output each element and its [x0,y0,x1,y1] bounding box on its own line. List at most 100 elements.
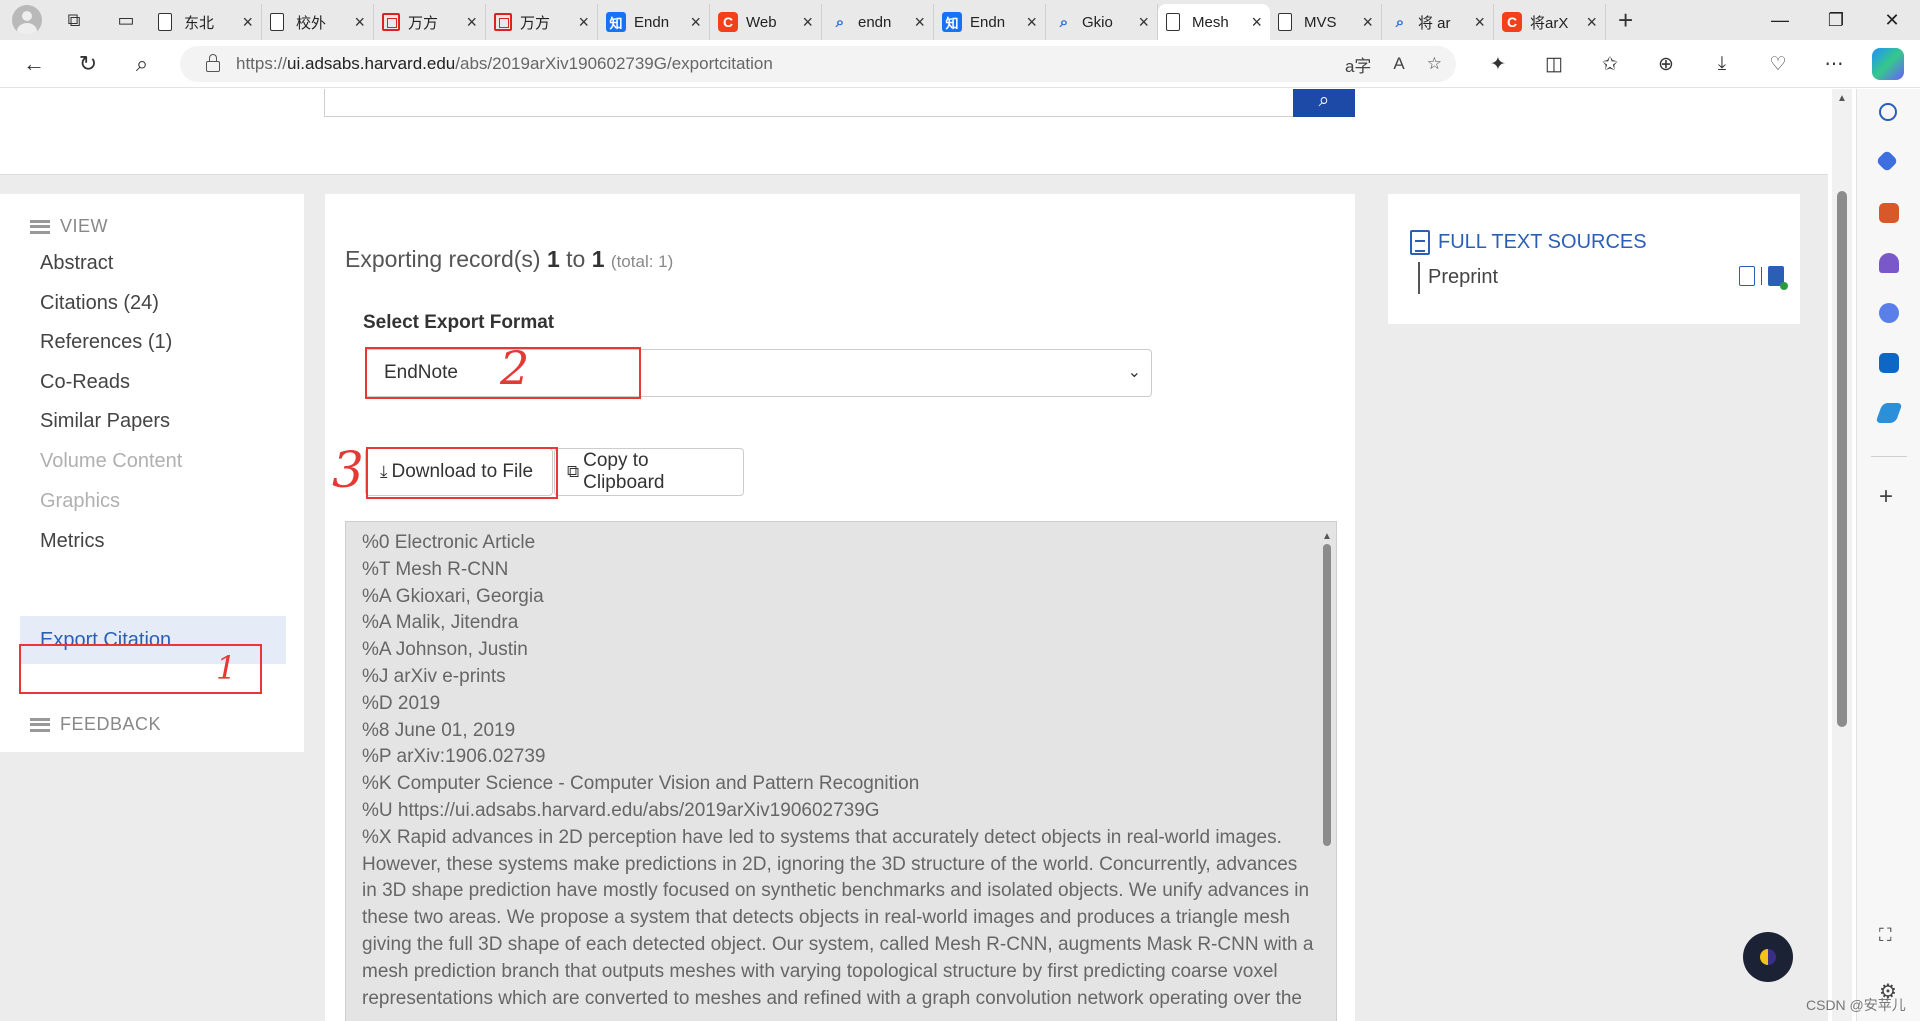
split-screen-icon[interactable]: ◫ [1526,53,1582,76]
sidebar-item-references[interactable]: References (1) [40,331,172,354]
close-tab-icon[interactable]: × [242,12,253,33]
scroll-up-icon[interactable]: ▲ [1837,93,1847,104]
workspaces-icon[interactable]: ⧉ [54,4,94,36]
search-icon[interactable] [1879,103,1897,121]
floating-action-button[interactable] [1743,932,1793,982]
textarea-scrollbar[interactable]: ▲ [1320,524,1334,1021]
sidebar-item-volume-content: Volume Content [40,450,183,472]
sidebar-item-abstract[interactable]: Abstract [40,252,113,275]
annotation-number-3: 3 [332,441,364,499]
page-scroll-thumb[interactable] [1837,191,1847,727]
chevron-down-icon: ⌄ [1127,364,1141,381]
copilot-icon[interactable] [1872,48,1904,80]
profile-avatar-icon[interactable] [12,5,42,35]
restore-icon[interactable]: ❐ [1808,0,1864,40]
close-window-icon[interactable]: ✕ [1864,0,1920,40]
close-tab-icon[interactable]: × [354,12,365,33]
close-tab-icon[interactable]: × [578,12,589,33]
lock-icon[interactable] [206,54,220,72]
full-text-sources-heading: FULL TEXT SOURCES [1410,230,1647,255]
extensions-icon[interactable]: ✦ [1470,53,1526,76]
close-tab-icon[interactable]: × [914,12,925,33]
tools-icon[interactable] [1879,203,1899,223]
close-tab-icon[interactable]: × [1026,12,1037,33]
browser-tab[interactable]: 万方 × [374,4,486,40]
refresh-icon[interactable]: ↻ [68,46,108,82]
url-text[interactable]: https://ui.adsabs.harvard.edu/abs/2019ar… [236,54,773,74]
doc-favicon-icon [1278,13,1292,31]
send-icon[interactable] [1875,403,1903,423]
browser-tab[interactable]: 校外 × [262,4,374,40]
browser-tab[interactable]: MVS × [1270,4,1382,40]
export-output-line: %0 Electronic Article [362,532,536,553]
close-tab-icon[interactable]: × [802,12,813,33]
browser-tab-strip: ⧉ ▭ 东北 × 校外 × 万方 × 万方 × 知 Endn × C Web × ⌕ endn × 知 Endn × ⌕… [0,0,1920,40]
browser-tab[interactable]: 知 Endn × [934,4,1046,40]
watermark: CSDN @安苹儿 [1806,997,1906,1013]
performance-icon[interactable]: ♡ [1750,53,1806,76]
read-aloud-icon[interactable]: A [1393,54,1404,74]
exporting-summary: Exporting record(s) 1 to 1 (total: 1) [345,246,674,272]
pdf-icon[interactable] [1739,266,1755,286]
minimize-icon[interactable]: — [1752,0,1808,40]
tab-label: Gkio [1082,13,1113,31]
browser-tab[interactable]: ⌕ Gkio × [1046,4,1158,40]
tab-label: MVS [1304,13,1337,31]
more-menu-icon[interactable]: ⋯ [1806,53,1862,76]
new-tab-icon[interactable]: + [1618,5,1633,36]
browser-tab[interactable]: ⌕ endn × [822,4,934,40]
add-icon[interactable]: + [1879,483,1893,511]
close-tab-icon[interactable]: × [1586,12,1597,33]
close-tab-icon[interactable]: × [466,12,477,33]
browser-tab[interactable]: C Web × [710,4,822,40]
wf-favicon-icon [382,13,400,31]
browser-tab[interactable]: 万方 × [486,4,598,40]
toolbar-icons: ✦ ◫ ✩ ⊕ ⤓ ♡ ⋯ [1470,40,1862,88]
search-icon[interactable]: ⌕ [122,46,162,82]
games-icon[interactable] [1879,253,1899,273]
wf-favicon-icon [494,13,512,31]
favorites-icon[interactable]: ✩ [1582,53,1638,76]
close-tab-icon[interactable]: × [1251,12,1262,33]
page-scrollbar[interactable]: ▲ [1832,89,1852,1021]
html-document-icon[interactable] [1768,266,1788,290]
browser-tab[interactable]: 知 Endn × [598,4,710,40]
export-output-line: %U https://ui.adsabs.harvard.edu/abs/201… [362,799,880,821]
sidebar-item-co-reads[interactable]: Co-Reads [40,371,130,394]
sidebar-item-metrics[interactable]: Metrics [40,530,104,553]
screenshot-icon[interactable]: ⛶ [1879,925,1892,946]
copy-to-clipboard-button[interactable]: ⧉ Copy to Clipboard [554,448,744,496]
outlook-icon[interactable] [1879,353,1899,373]
export-output-textarea[interactable]: %0 Electronic Article %T Mesh R-CNN %A Gki… [345,521,1337,1021]
ads-search-button[interactable]: ⌕ [1293,89,1355,117]
browser-tab[interactable]: C 将arX × [1494,4,1606,40]
export-output-line: %A Malik, Jitendra [362,612,519,634]
favorite-star-icon[interactable]: ☆ [1427,54,1442,74]
url-field[interactable]: https://ui.adsabs.harvard.edu/abs/2019ar… [180,46,1456,82]
textarea-scroll-thumb[interactable] [1323,544,1331,846]
back-icon[interactable]: ← [14,46,54,82]
sidebar-item-citations[interactable]: Citations (24) [40,292,159,315]
downloads-icon[interactable]: ⤓ [1694,53,1750,75]
shopping-tag-icon[interactable] [1875,149,1899,173]
feedback-heading[interactable]: FEEDBACK [30,714,161,735]
close-tab-icon[interactable]: × [1474,12,1485,33]
browser-tab[interactable]: ⌕ 将 ar × [1382,4,1494,40]
search-favicon-icon: ⌕ [1059,13,1069,31]
list-icon [30,717,50,732]
browser-tab[interactable]: 东北 × [150,4,262,40]
ads-search-input[interactable] [324,89,1294,117]
close-tab-icon[interactable]: × [1138,12,1149,33]
tab-label: Endn [634,13,670,31]
tab-actions-icon[interactable]: ▭ [106,4,146,36]
browser-tab[interactable]: Mesh × [1158,4,1270,40]
page-viewport: ⌕ VIEW Abstract Citations (24) References … [0,89,1828,1021]
sidebar-item-similar-papers[interactable]: Similar Papers [40,410,170,433]
preprint-links [1739,266,1788,290]
copilot-sidebar-icon[interactable] [1879,303,1899,323]
close-tab-icon[interactable]: × [690,12,701,33]
tab-label: 万方 [408,14,439,32]
collections-icon[interactable]: ⊕ [1638,53,1694,76]
close-tab-icon[interactable]: × [1362,12,1373,33]
translate-icon[interactable]: a字 [1345,52,1371,77]
